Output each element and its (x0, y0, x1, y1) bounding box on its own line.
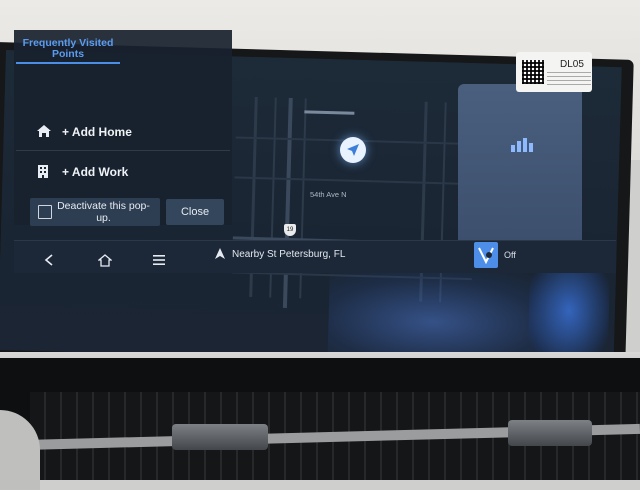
add-home-label: + Add Home (62, 125, 132, 139)
back-button[interactable] (38, 250, 60, 270)
connectivity-button[interactable] (474, 242, 498, 268)
sticker-fine-print (547, 72, 591, 86)
nearby-location-text: Nearby St Petersburg, FL (232, 248, 346, 260)
street-label: 54th Ave N (310, 190, 347, 199)
deactivate-checkbox[interactable] (38, 205, 52, 219)
qr-code (522, 60, 544, 84)
map-road (234, 176, 475, 186)
connectivity-status: Off (504, 250, 516, 260)
home-outline-icon (98, 253, 112, 267)
panel-title: Frequently Visited Points (16, 38, 120, 64)
deactivate-label: Deactivate this pop-up. (57, 200, 150, 224)
menu-button[interactable] (148, 250, 170, 270)
divider (16, 150, 230, 151)
home-button[interactable] (94, 250, 116, 270)
route-shield: 19 (284, 224, 296, 236)
connectivity-icon (478, 247, 494, 264)
nearby-location-button[interactable]: Nearby St Petersburg, FL (214, 248, 345, 260)
home-icon (36, 124, 56, 140)
vent-adjuster-left[interactable] (172, 424, 268, 450)
map-road (282, 97, 293, 308)
work-building-icon (36, 164, 56, 180)
add-work-item[interactable]: + Add Work (16, 154, 230, 190)
current-position-marker (340, 137, 366, 163)
back-chevron-icon (44, 254, 53, 266)
close-button[interactable]: Close (166, 199, 224, 225)
deactivate-popup-button[interactable]: Deactivate this pop-up. (30, 198, 160, 226)
vent-adjuster-right[interactable] (508, 420, 592, 446)
navigation-arrow-icon (347, 144, 359, 156)
side-widget-panel[interactable] (458, 84, 582, 254)
sticker-code: DL05 (560, 59, 584, 70)
map-road (304, 110, 355, 115)
navigation-arrow-icon (215, 248, 225, 259)
menu-lines-icon (153, 255, 165, 265)
signal-bars-icon (511, 138, 533, 152)
add-work-label: + Add Work (62, 165, 129, 179)
add-home-item[interactable]: + Add Home (16, 114, 230, 150)
